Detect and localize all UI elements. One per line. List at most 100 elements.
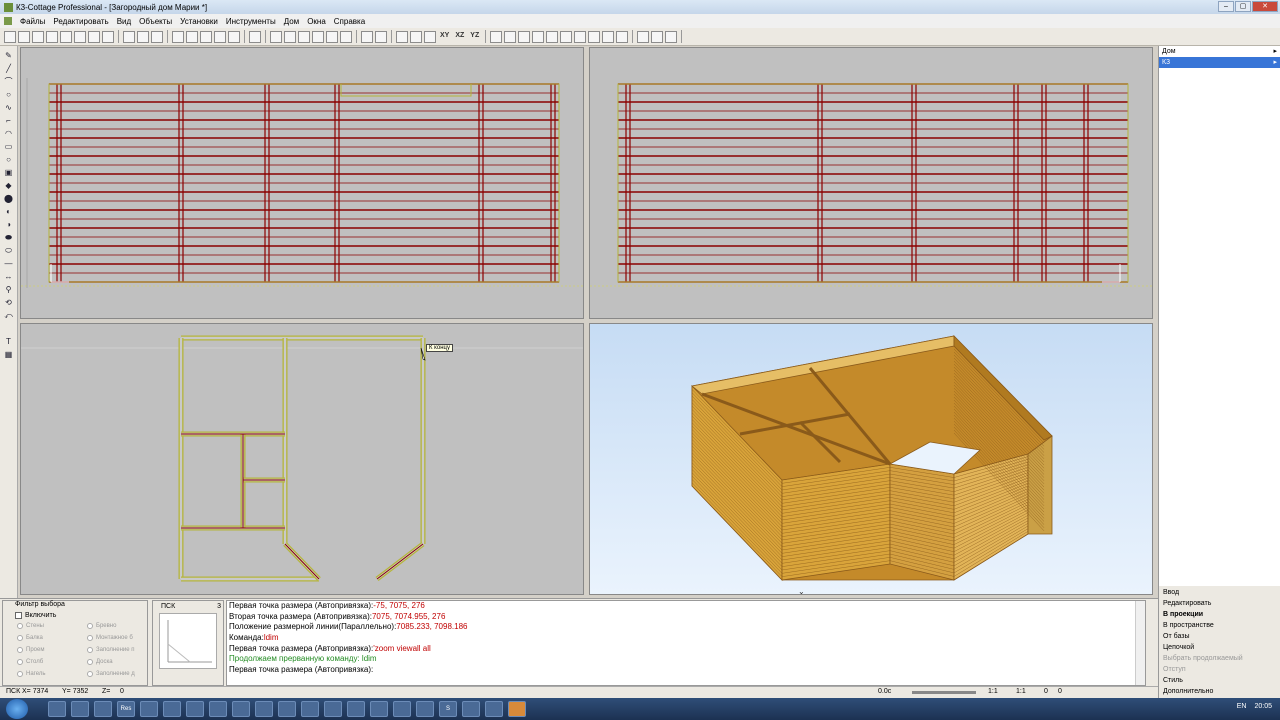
toolbar-tool-icon[interactable] bbox=[46, 30, 58, 43]
coord-plane-button[interactable]: YZ bbox=[468, 31, 481, 43]
draw-tool-icon[interactable]: ⬤ bbox=[3, 193, 14, 204]
cmd-in-projection[interactable]: В проекции bbox=[1159, 609, 1280, 620]
cmd-edit[interactable]: Редактировать bbox=[1159, 598, 1280, 609]
taskbar-app-icon[interactable] bbox=[94, 701, 112, 717]
draw-tool-icon[interactable]: ◆ bbox=[3, 180, 14, 191]
draw-tool-icon[interactable]: ◐ bbox=[3, 206, 14, 217]
viewport-side[interactable] bbox=[589, 47, 1153, 319]
draw-tool-icon[interactable]: ⌐ bbox=[3, 115, 14, 126]
toolbar-tool-icon[interactable] bbox=[186, 30, 198, 43]
toolbar-tool-icon[interactable] bbox=[200, 30, 212, 43]
toolbar-tool-icon[interactable] bbox=[32, 30, 44, 43]
taskbar-app-icon[interactable] bbox=[255, 701, 273, 717]
toolbar-tool-icon[interactable] bbox=[214, 30, 226, 43]
toolbar-tool-icon[interactable] bbox=[312, 30, 324, 43]
toolbar-tool-icon[interactable] bbox=[60, 30, 72, 43]
draw-tool-icon[interactable]: ⟲ bbox=[3, 297, 14, 308]
toolbar-tool-icon[interactable] bbox=[228, 30, 240, 43]
toolbar-tool-icon[interactable] bbox=[490, 30, 503, 43]
taskbar-app-icon[interactable] bbox=[462, 701, 480, 717]
toolbar-tool-icon[interactable] bbox=[574, 30, 587, 43]
toolbar-tool-icon[interactable] bbox=[546, 30, 559, 43]
draw-tool-icon[interactable]: — bbox=[3, 258, 14, 269]
close-button[interactable]: ✕ bbox=[1252, 1, 1278, 12]
toolbar-tool-icon[interactable] bbox=[123, 30, 135, 43]
menu-settings[interactable]: Установки bbox=[180, 17, 218, 26]
draw-tool-icon[interactable]: T bbox=[3, 336, 14, 347]
draw-tool-icon[interactable]: ╱ bbox=[3, 63, 14, 74]
toolbar-tool-icon[interactable] bbox=[249, 30, 261, 43]
draw-tool-icon[interactable]: ○ bbox=[3, 89, 14, 100]
coord-plane-button[interactable]: XZ bbox=[453, 31, 466, 43]
toolbar-tool-icon[interactable] bbox=[588, 30, 601, 43]
toolbar-tool-icon[interactable] bbox=[560, 30, 573, 43]
toolbar-tool-icon[interactable] bbox=[137, 30, 149, 43]
taskbar-app-icon[interactable] bbox=[278, 701, 296, 717]
taskbar-app-icon[interactable] bbox=[301, 701, 319, 717]
draw-tool-icon[interactable]: ◠ bbox=[3, 128, 14, 139]
toolbar-tool-icon[interactable] bbox=[602, 30, 615, 43]
tree-item-k3[interactable]: К3 ▸ bbox=[1159, 57, 1280, 68]
cmd-chain[interactable]: Цепочкой bbox=[1159, 642, 1280, 653]
toolbar-tool-icon[interactable] bbox=[518, 30, 531, 43]
toolbar-tool-icon[interactable] bbox=[340, 30, 352, 43]
coord-plane-button[interactable]: XY bbox=[438, 31, 451, 43]
taskbar-app-icon[interactable] bbox=[186, 701, 204, 717]
toolbar-tool-icon[interactable] bbox=[18, 30, 30, 43]
taskbar-app-icon[interactable] bbox=[416, 701, 434, 717]
taskbar-app-icon[interactable] bbox=[163, 701, 181, 717]
toolbar-tool-icon[interactable] bbox=[298, 30, 310, 43]
draw-tool-icon[interactable]: ▭ bbox=[3, 141, 14, 152]
toolbar-tool-icon[interactable] bbox=[396, 30, 408, 43]
console-scrollbar[interactable] bbox=[1135, 601, 1145, 685]
toolbar-tool-icon[interactable] bbox=[4, 30, 16, 43]
toolbar-tool-icon[interactable] bbox=[651, 30, 664, 43]
toolbar-tool-icon[interactable] bbox=[616, 30, 629, 43]
taskbar-app-icon[interactable] bbox=[393, 701, 411, 717]
toolbar-tool-icon[interactable] bbox=[172, 30, 184, 43]
toolbar-tool-icon[interactable] bbox=[88, 30, 100, 43]
taskbar-app-icon[interactable]: S bbox=[439, 701, 457, 717]
toolbar-tool-icon[interactable] bbox=[424, 30, 436, 43]
toolbar-tool-icon[interactable] bbox=[74, 30, 86, 43]
taskbar-app-icon[interactable] bbox=[347, 701, 365, 717]
draw-tool-icon[interactable]: ▣ bbox=[3, 167, 14, 178]
toolbar-tool-icon[interactable] bbox=[284, 30, 296, 43]
language-indicator[interactable]: EN bbox=[1237, 703, 1247, 710]
taskbar-app-icon[interactable] bbox=[485, 701, 503, 717]
toolbar-tool-icon[interactable] bbox=[504, 30, 517, 43]
taskbar-app-icon[interactable] bbox=[508, 701, 526, 717]
tree-item-house[interactable]: Дом ▸ bbox=[1159, 46, 1280, 57]
draw-tool-icon[interactable]: ○ bbox=[3, 154, 14, 165]
draw-tool-icon[interactable]: ◑ bbox=[3, 219, 14, 230]
taskbar-app-icon[interactable] bbox=[232, 701, 250, 717]
draw-tool-icon[interactable]: ∿ bbox=[3, 102, 14, 113]
draw-tool-icon[interactable]: ⬬ bbox=[3, 232, 14, 243]
menu-files[interactable]: Файлы bbox=[20, 17, 45, 26]
cmd-from-base[interactable]: От базы bbox=[1159, 631, 1280, 642]
taskbar-app-icon[interactable] bbox=[48, 701, 66, 717]
cmd-additional[interactable]: Дополнительно bbox=[1159, 686, 1280, 697]
toolbar-tool-icon[interactable] bbox=[375, 30, 387, 43]
taskbar-app-icon[interactable] bbox=[71, 701, 89, 717]
draw-tool-icon[interactable]: ⌒ bbox=[3, 76, 14, 87]
toolbar-tool-icon[interactable] bbox=[532, 30, 545, 43]
taskbar-app-icon[interactable] bbox=[209, 701, 227, 717]
menu-tools[interactable]: Инструменты bbox=[226, 17, 276, 26]
draw-tool-icon[interactable]: ⚲ bbox=[3, 284, 14, 295]
taskbar-app-icon[interactable] bbox=[370, 701, 388, 717]
menu-objects[interactable]: Объекты bbox=[139, 17, 172, 26]
toolbar-tool-icon[interactable] bbox=[361, 30, 373, 43]
toolbar-tool-icon[interactable] bbox=[326, 30, 338, 43]
taskbar-app-icon[interactable] bbox=[140, 701, 158, 717]
cmd-input[interactable]: Ввод bbox=[1159, 587, 1280, 598]
command-console[interactable]: Первая точка размера (Автопривязка):-75,… bbox=[226, 600, 1146, 686]
toolbar-tool-icon[interactable] bbox=[410, 30, 422, 43]
maximize-button[interactable]: ▢ bbox=[1235, 1, 1251, 12]
toolbar-tool-icon[interactable] bbox=[151, 30, 163, 43]
viewport-front[interactable] bbox=[20, 47, 584, 319]
draw-tool-icon[interactable]: ⤺ bbox=[3, 310, 14, 321]
toolbar-tool-icon[interactable] bbox=[102, 30, 114, 43]
taskbar-app-icon[interactable]: Res bbox=[117, 701, 135, 717]
checkbox-icon[interactable] bbox=[15, 612, 22, 619]
